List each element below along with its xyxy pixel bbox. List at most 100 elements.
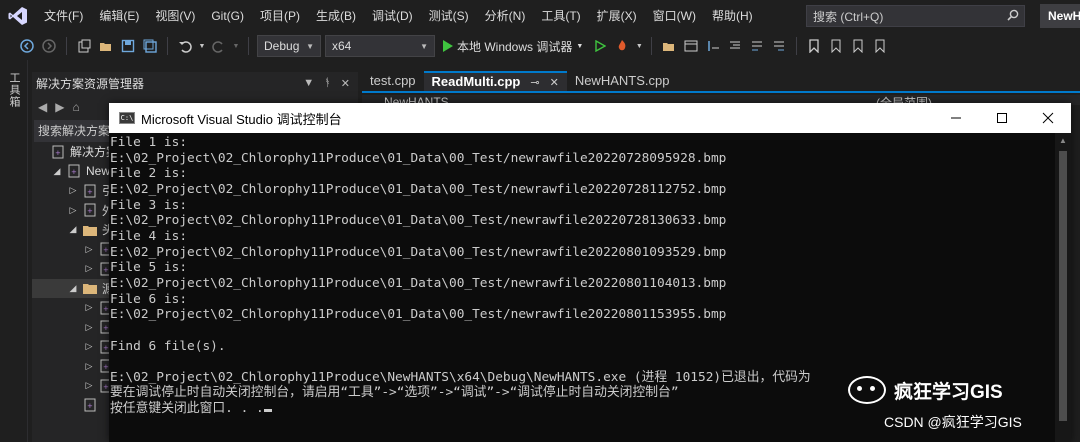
console-line: E:\02_Project\02_Chlorophy11Produce\01_D… [110,213,1055,229]
scroll-up-icon[interactable]: ▲ [1055,133,1071,149]
console-line: File 5 is: [110,260,1055,276]
window-controls [933,103,1071,133]
close-icon[interactable]: ✕ [550,77,559,89]
folder-icon[interactable] [660,37,678,55]
menu-item[interactable]: 项目(P) [252,0,308,32]
console-line-text: File 6 is: [110,291,188,307]
console-line: E:\02_Project\02_Chlorophy11Produce\01_D… [110,307,1055,323]
minimize-icon[interactable] [933,103,979,133]
redo-icon[interactable] [210,37,228,55]
solution-explorer-header: 解决方案资源管理器 ▼ ᚬ ✕ [32,72,358,94]
menu-item[interactable]: 窗口(W) [645,0,704,32]
align-icon[interactable] [726,37,744,55]
folder-icon [82,223,98,237]
editor-tabs: test.cpp ReadMulti.cpp ⊸ ✕ NewHANTS.cpp [362,71,1080,93]
chevron-down-icon[interactable]: ▼ [232,37,240,55]
toolbar-separator [248,37,249,55]
editor-tab[interactable]: NewHANTS.cpp [567,71,678,91]
chevron-down-icon[interactable]: ▼ [635,37,643,55]
visual-studio-logo-icon[interactable] [0,0,36,32]
start-without-debug-icon[interactable] [591,37,609,55]
start-icon [443,40,453,52]
menu-item[interactable]: 调试(D) [364,0,421,32]
console-line: E:\02_Project\02_Chlorophy11Produce\01_D… [110,276,1055,292]
expanded-arrow-icon[interactable]: ◢ [52,166,62,177]
console-line: E:\02_Project\02_Chlorophy11Produce\01_D… [110,182,1055,198]
collapsed-arrow-icon[interactable]: ▷ [68,205,78,216]
open-icon[interactable] [97,37,115,55]
menu-item[interactable]: 视图(V) [147,0,203,32]
expanded-arrow-icon[interactable]: ◢ [68,224,78,235]
folder-icon [82,281,98,295]
hot-reload-icon[interactable] [613,37,631,55]
console-line-text: File 3 is: [110,197,188,213]
editor-tab[interactable]: test.cpp [362,71,424,91]
bookmark-icon[interactable] [805,37,823,55]
menu-item[interactable]: 帮助(H) [704,0,761,32]
comment-icon[interactable] [748,37,766,55]
menu-item[interactable]: 测试(S) [421,0,477,32]
close-icon[interactable] [1025,103,1071,133]
pin-icon[interactable]: ⊸ [530,77,539,89]
collapsed-arrow-icon[interactable]: ▷ [84,380,94,391]
chevron-down-icon[interactable]: ▼ [198,37,206,55]
chevron-down-icon[interactable]: ▼ [303,77,314,90]
collapsed-arrow-icon[interactable]: ▷ [84,361,94,372]
search-input[interactable]: 搜索 (Ctrl+Q) [806,5,1025,27]
next-bookmark-icon[interactable] [849,37,867,55]
step-icon[interactable] [704,37,722,55]
expanded-arrow-icon[interactable]: ◢ [68,283,78,294]
start-debugging-button[interactable]: 本地 Windows 调试器 ▼ [439,38,587,55]
console-title-bar[interactable]: C:\ Microsoft Visual Studio 调试控制台 [109,103,1071,133]
console-line-text: E:\02_Project\02_Chlorophy11Produce\01_D… [110,213,727,229]
console-line-text: E:\02_Project\02_Chlorophy11Produce\NewH… [110,369,811,385]
new-project-icon[interactable] [75,37,93,55]
forward-icon[interactable] [40,37,58,55]
clear-bookmarks-icon[interactable] [871,37,889,55]
menu-item[interactable]: 分析(N) [477,0,534,32]
console-line: Find 6 file(s). [110,339,1055,355]
menu-item[interactable]: 编辑(E) [91,0,147,32]
save-all-icon[interactable] [141,37,159,55]
back-icon[interactable] [18,37,36,55]
prev-bookmark-icon[interactable] [827,37,845,55]
maximize-icon[interactable] [979,103,1025,133]
menu-item[interactable]: 文件(F) [36,0,91,32]
uncomment-icon[interactable] [770,37,788,55]
home-icon[interactable]: ⌂ [72,100,79,114]
toolbox-tab[interactable]: 工具箱 [6,72,22,108]
undo-icon[interactable] [176,37,194,55]
solution-name-button[interactable]: NewHANTS [1040,4,1080,28]
solution-explorer-title: 解决方案资源管理器 [36,76,145,91]
scrollbar-thumb[interactable] [1059,151,1067,421]
console-title: Microsoft Visual Studio 调试控制台 [141,111,342,127]
search-placeholder: 搜索 (Ctrl+Q) [813,9,884,24]
collapsed-arrow-icon[interactable]: ▷ [84,244,94,255]
toolbar-separator [66,37,67,55]
collapsed-arrow-icon[interactable]: ▷ [84,302,94,313]
editor-tab[interactable]: ReadMulti.cpp ⊸ ✕ [423,71,567,91]
collapsed-arrow-icon[interactable]: ▷ [84,341,94,352]
collapsed-arrow-icon[interactable]: ▷ [84,322,94,333]
file-icon: + [82,184,98,198]
menu-item[interactable]: 扩展(X) [589,0,645,32]
file-icon: + [50,145,66,159]
close-icon[interactable]: ✕ [341,77,350,90]
menu-item[interactable]: 工具(T) [533,0,588,32]
back-icon[interactable]: ◀ [38,100,47,114]
console-line-text: E:\02_Project\02_Chlorophy11Produce\01_D… [110,244,727,260]
collapsed-arrow-icon[interactable]: ▷ [68,185,78,196]
configuration-select[interactable]: Debug ▼ [257,35,321,57]
collapsed-arrow-icon[interactable]: ▷ [84,263,94,274]
layout-icon[interactable] [682,37,700,55]
menu-item[interactable]: Git(G) [203,0,252,32]
console-scrollbar[interactable]: ▲ [1055,133,1071,442]
menu-item[interactable]: 生成(B) [308,0,364,32]
forward-icon[interactable]: ▶ [55,100,64,114]
console-line-text: 要在调试停止时自动关闭控制台，请启用“工具”->“选项”->“调试”->“调试停… [110,385,679,401]
file-icon: + [82,203,98,217]
platform-select[interactable]: x64 ▼ [325,35,435,57]
pin-icon[interactable]: ᚬ [324,77,331,90]
save-icon[interactable] [119,37,137,55]
